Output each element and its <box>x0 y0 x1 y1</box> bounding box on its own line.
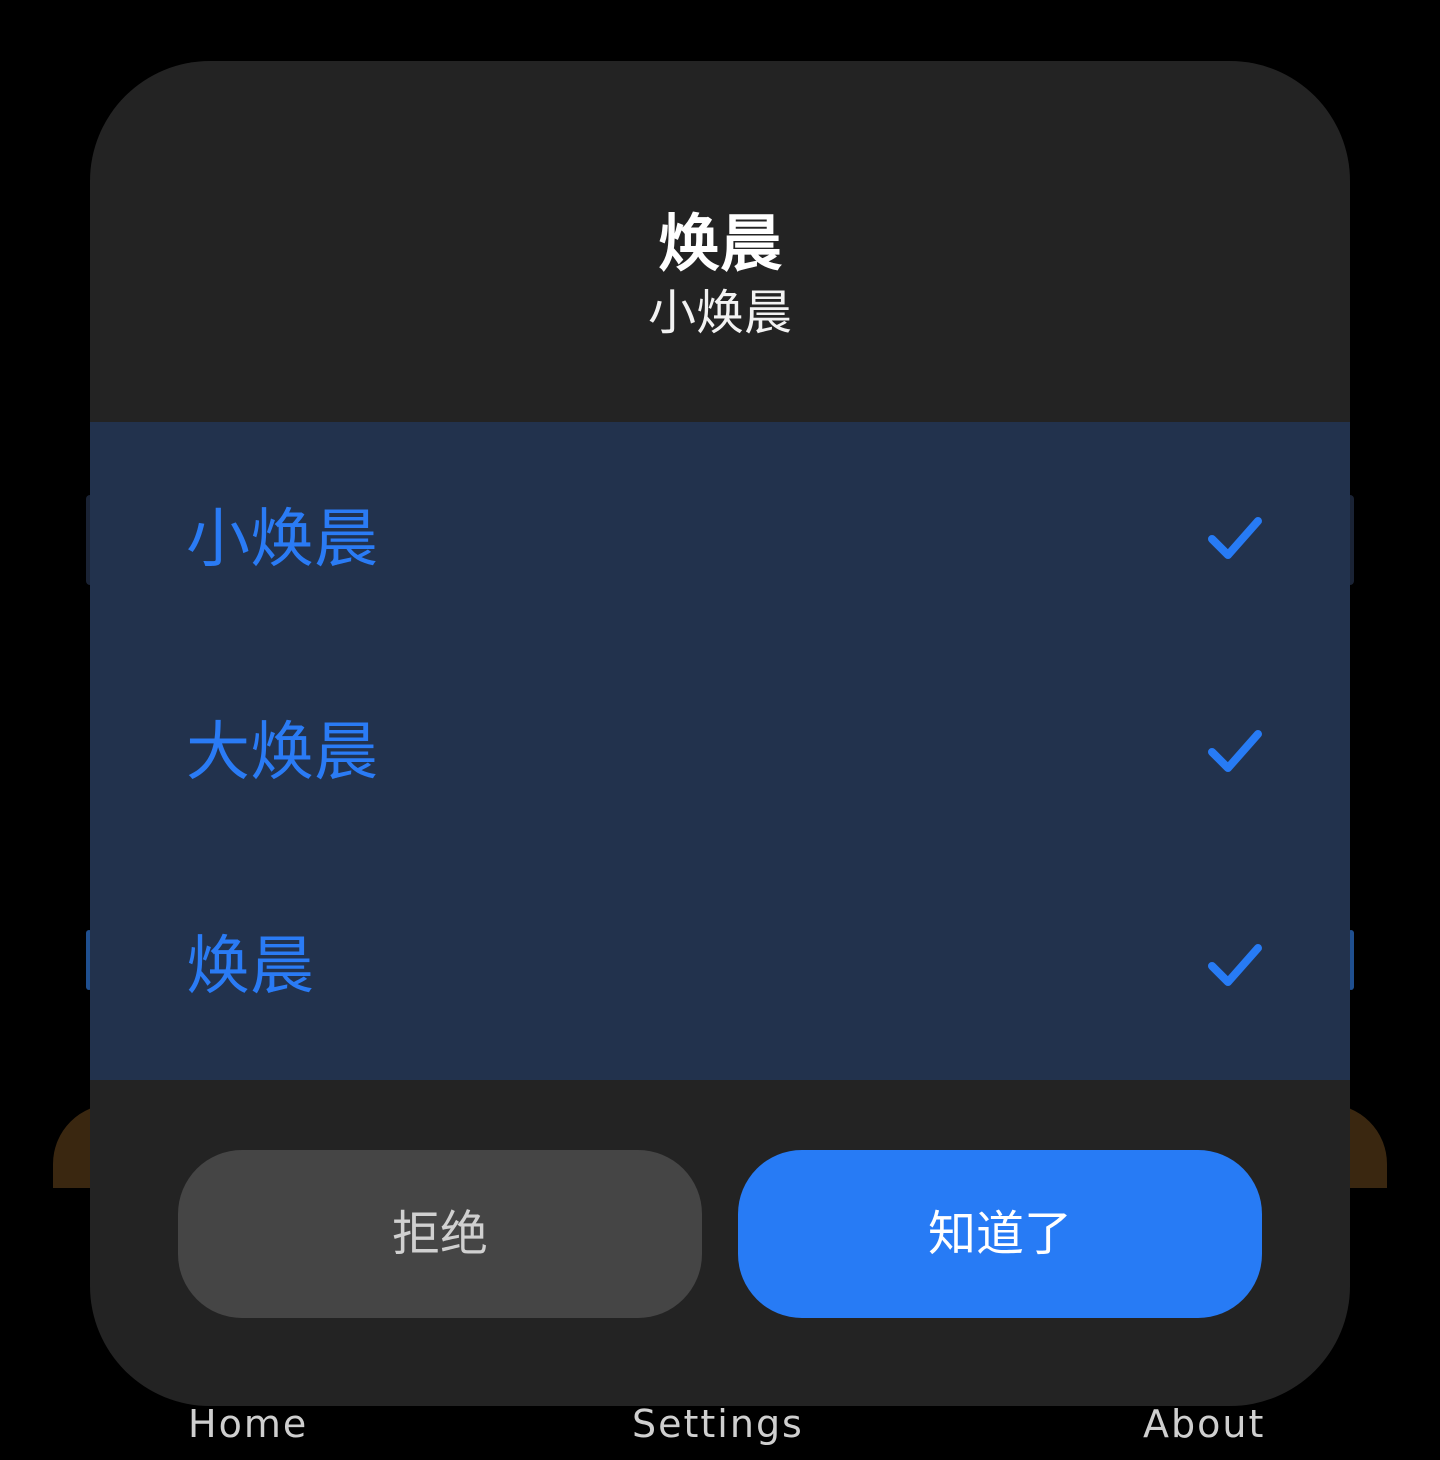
list-item[interactable]: 小焕晨 <box>90 485 1350 595</box>
list-item[interactable]: 焕晨 <box>90 912 1350 1022</box>
check-icon <box>1208 517 1262 559</box>
list-item-label: 大焕晨 <box>186 716 378 790</box>
dialog-subtitle: 小焕晨 <box>647 285 792 341</box>
option-list: 小焕晨 大焕晨 焕晨 <box>90 422 1350 1080</box>
list-item-label: 焕晨 <box>186 930 314 1004</box>
ok-button[interactable]: 知道了 <box>738 1150 1262 1318</box>
selection-dialog: 焕晨 小焕晨 小焕晨 大焕晨 焕晨 拒绝 知道了 <box>90 61 1350 1406</box>
list-item[interactable]: 大焕晨 <box>90 698 1350 808</box>
check-icon <box>1208 730 1262 772</box>
screen: 焕晨 小焕晨 小焕晨 大焕晨 焕晨 拒绝 知道了 Home Settings A… <box>0 0 1440 1460</box>
check-icon <box>1208 944 1262 986</box>
dialog-title: 焕晨 <box>657 207 782 280</box>
list-item-label: 小焕晨 <box>186 503 378 577</box>
bottom-tab-bar: Home Settings About <box>0 1400 1440 1460</box>
tab-home[interactable]: Home <box>188 1400 308 1448</box>
tab-about[interactable]: About <box>1143 1400 1265 1448</box>
tab-settings[interactable]: Settings <box>632 1400 804 1448</box>
reject-button[interactable]: 拒绝 <box>178 1150 702 1318</box>
